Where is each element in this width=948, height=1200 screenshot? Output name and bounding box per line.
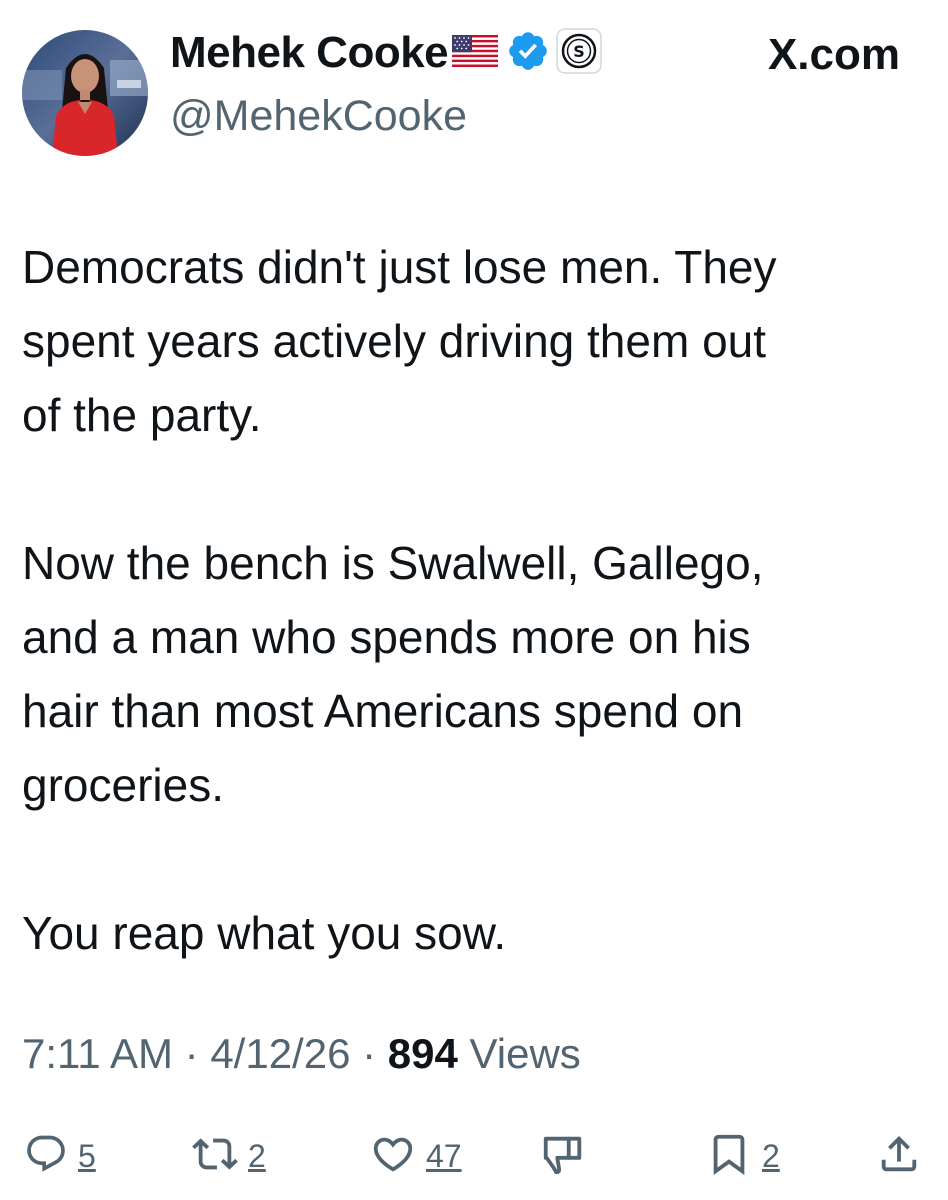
meta-separator: · (172, 1030, 211, 1077)
dislike-button[interactable] (540, 1128, 586, 1184)
like-count: 47 (426, 1137, 462, 1174)
avatar-image (22, 30, 148, 156)
meta-separator: · (350, 1030, 388, 1077)
heart-icon (370, 1131, 416, 1182)
thumbs-down-icon (540, 1131, 586, 1182)
tweet-actions: 5 2 47 2 (22, 1128, 926, 1184)
bookmark-button[interactable]: 2 (706, 1128, 780, 1184)
display-name[interactable]: Mehek Cooke (170, 28, 449, 78)
repost-count: 2 (248, 1137, 266, 1174)
tweet-line: Now the bench is Swalwell, Gallego, (22, 537, 764, 589)
views-label: Views (469, 1030, 581, 1077)
views-count: 894 (387, 1030, 458, 1077)
bookmark-icon (706, 1131, 752, 1182)
tweet-text: Democrats didn't just lose men. They spe… (22, 230, 922, 970)
author-name-row: Mehek Cooke S (170, 27, 602, 79)
tweet-time[interactable]: 7:11 AM (22, 1030, 173, 1077)
reply-count: 5 (78, 1137, 96, 1174)
share-icon (876, 1131, 922, 1182)
tweet-line: hair than most Americans spend on (22, 685, 744, 737)
svg-text:S: S (573, 42, 585, 61)
verified-badge-icon[interactable] (506, 29, 550, 78)
repost-button[interactable]: 2 (192, 1128, 266, 1184)
share-button[interactable] (876, 1128, 922, 1184)
tweet-meta: 7:11 AM · 4/12/26 · 894 Views (22, 1030, 581, 1078)
circle-s-badge-icon[interactable]: S (556, 27, 602, 79)
tweet-line: You reap what you sow. (22, 907, 507, 959)
reply-icon (24, 1132, 68, 1181)
tweet-line: and a man who spends more on his (22, 611, 751, 663)
like-button[interactable]: 47 (370, 1128, 462, 1184)
bookmark-count: 2 (762, 1137, 780, 1174)
author-handle[interactable]: @MehekCooke (170, 92, 467, 141)
tweet-line: Democrats didn't just lose men. They (22, 241, 777, 293)
us-flag-icon (452, 34, 499, 72)
tweet-line: of the party. (22, 389, 262, 441)
tweet-line: spent years actively driving them out (22, 315, 767, 367)
reply-button[interactable]: 5 (24, 1128, 96, 1184)
repost-icon (192, 1131, 238, 1182)
avatar[interactable] (22, 30, 148, 156)
tweet-line: groceries. (22, 759, 224, 811)
site-label: X.com (767, 30, 900, 79)
tweet-date[interactable]: 4/12/26 (210, 1030, 350, 1077)
